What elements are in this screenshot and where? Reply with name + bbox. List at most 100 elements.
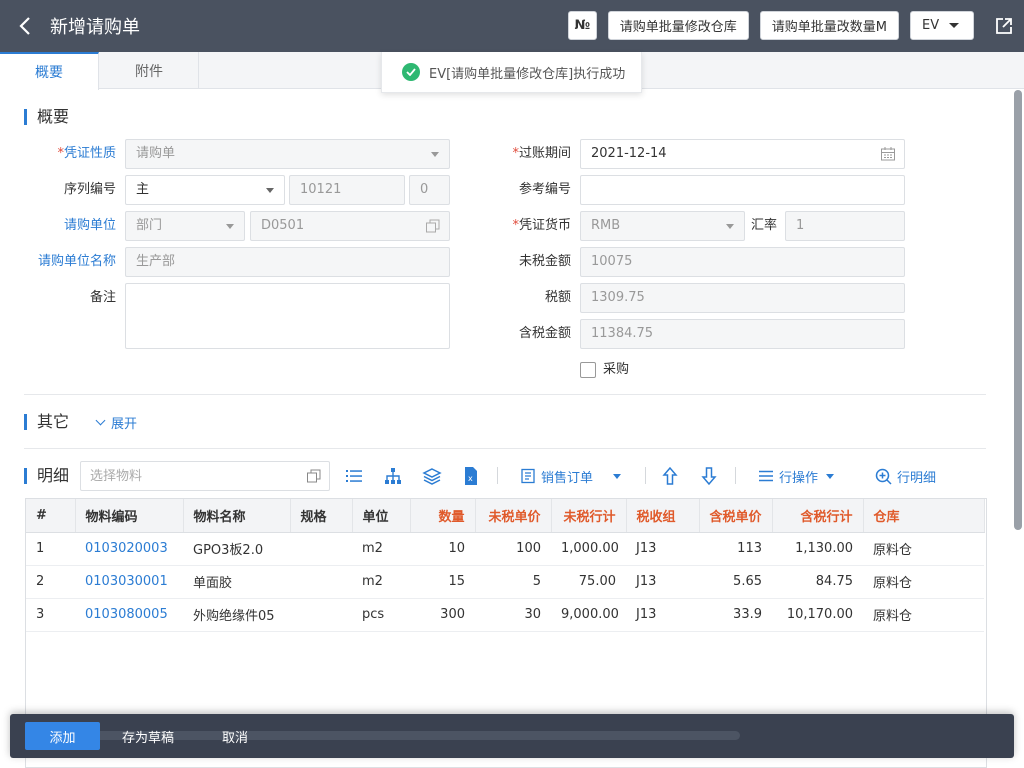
table-row[interactable]: 2 0103030001 单面胶 m2 15 5 75.00 J13 5.65 … [26, 565, 984, 599]
horizontal-scrollbar[interactable] [90, 731, 740, 740]
column-header[interactable]: 含税单价 [699, 499, 773, 533]
reference-no-input[interactable] [580, 175, 905, 205]
batch-modify-warehouse-button[interactable]: 请购单批量修改仓库 [607, 11, 749, 40]
material-code-link[interactable]: 0103030001 [75, 565, 183, 599]
ev-dropdown-button[interactable]: EV [910, 11, 974, 40]
table-row[interactable]: 1 0103020003 GPO3板2.0 m2 10 100 1,000.00… [26, 532, 984, 566]
reference-no-label: 参考编号 [518, 182, 571, 197]
line-total-cell: 75.00 [551, 565, 626, 599]
tax-group-cell[interactable]: J13 [626, 598, 699, 632]
bottom-action-bar: 添加 存为草稿 取消 [10, 714, 1014, 758]
expand-toggle[interactable]: 展开 [95, 413, 137, 432]
back-button[interactable] [0, 0, 50, 52]
caret-down-icon [949, 23, 960, 28]
unit-price-tax-cell[interactable]: 33.9 [699, 598, 772, 632]
tax-group-cell[interactable]: J13 [626, 532, 699, 566]
row-index: 1 [26, 532, 75, 566]
toolbar-separator [645, 467, 646, 484]
material-code-link[interactable]: 0103080005 [75, 598, 183, 632]
tab-attachments[interactable]: 附件 [100, 52, 199, 89]
column-header[interactable]: 单位 [352, 499, 411, 533]
voucher-type-select[interactable]: 请购单 [125, 139, 450, 169]
unit-price-tax-cell[interactable]: 113 [699, 532, 772, 566]
copy-icon[interactable] [425, 218, 441, 234]
amount-incl-tax-field: 11384.75 [580, 319, 905, 349]
list-icon[interactable] [344, 466, 364, 486]
serial-no-select[interactable]: 主 [125, 175, 285, 205]
layers-icon[interactable] [422, 466, 442, 486]
column-header[interactable]: 含税行计 [772, 499, 864, 533]
number-button[interactable]: № [567, 11, 597, 40]
excel-icon[interactable]: x [461, 466, 481, 486]
purchase-checkbox-label[interactable]: 采购 [603, 362, 629, 378]
vertical-scrollbar[interactable] [1014, 90, 1022, 530]
request-unit-type-select[interactable]: 部门 [125, 211, 245, 241]
voucher-type-label: *凭证性质 [57, 146, 116, 161]
sales-order-menu[interactable]: 销售订单 [520, 466, 622, 486]
export-icon[interactable] [994, 16, 1014, 36]
dropdown-arrow-icon [226, 224, 234, 229]
purchase-checkbox[interactable] [580, 362, 596, 378]
serial-number-field: 10121 [289, 175, 405, 205]
tab-summary[interactable]: 概要 [0, 52, 99, 90]
quantity-cell[interactable]: 300 [410, 598, 475, 632]
material-name-cell: GPO3板2.0 [183, 532, 290, 566]
batch-modify-quantity-button[interactable]: 请购单批量改数量M [759, 11, 899, 40]
dropdown-arrow-icon [431, 152, 439, 157]
column-header[interactable]: 物料名称 [183, 499, 291, 533]
material-search-input[interactable] [81, 462, 291, 490]
column-header[interactable]: 仓库 [863, 499, 985, 533]
column-header[interactable]: 未税行计 [551, 499, 627, 533]
tax-label: 税额 [544, 290, 571, 305]
column-header[interactable]: 税收组 [626, 499, 700, 533]
dropdown-arrow-icon [266, 188, 274, 193]
column-header[interactable]: 数量 [410, 499, 476, 533]
warehouse-cell[interactable]: 原料仓 [863, 598, 984, 632]
unit-price-cell[interactable]: 100 [475, 532, 551, 566]
unit-price-cell[interactable]: 5 [475, 565, 551, 599]
column-header[interactable]: # [26, 499, 76, 533]
unit-price-tax-cell[interactable]: 5.65 [699, 565, 772, 599]
warehouse-cell[interactable]: 原料仓 [863, 565, 984, 599]
request-unit-label[interactable]: 请购单位 [6, 211, 116, 241]
line-total-cell: 1,000.00 [551, 532, 626, 566]
arrow-up-icon[interactable] [660, 466, 680, 486]
tax-group-cell[interactable]: J13 [626, 565, 699, 599]
column-header[interactable]: 物料编码 [75, 499, 184, 533]
request-unit-code-field[interactable]: D0501 [250, 211, 450, 241]
remark-textarea[interactable] [125, 283, 450, 349]
column-header[interactable]: 规格 [290, 499, 353, 533]
caret-down-icon [826, 473, 835, 479]
column-header[interactable]: 未税单价 [475, 499, 552, 533]
spec-cell [290, 565, 352, 599]
row-index: 2 [26, 565, 75, 599]
copy-icon[interactable] [306, 468, 322, 484]
unit-price-cell[interactable]: 30 [475, 598, 551, 632]
ev-label: EV [922, 18, 940, 33]
amount-incl-tax-label: 含税金额 [518, 326, 571, 341]
warehouse-cell[interactable]: 原料仓 [863, 532, 984, 566]
tax-field: 1309.75 [580, 283, 905, 313]
material-search[interactable] [80, 461, 330, 491]
svg-text:x: x [468, 474, 473, 483]
caret-down-icon [613, 473, 622, 479]
row-operations-menu[interactable]: 行操作 [758, 466, 835, 486]
material-code-link[interactable]: 0103020003 [75, 532, 183, 566]
row-detail-button[interactable]: 行明细 [875, 466, 936, 486]
posting-period-label: *过账期间 [512, 146, 571, 161]
add-button[interactable]: 添加 [25, 722, 100, 750]
cancel-button[interactable]: 取消 [222, 722, 248, 750]
expand-label: 展开 [111, 417, 138, 432]
toast-message: EV[请购单批量修改仓库]执行成功 [429, 66, 626, 82]
success-check-icon [402, 63, 420, 81]
currency-label: *凭证货币 [512, 218, 571, 233]
quantity-cell[interactable]: 10 [410, 532, 475, 566]
calendar-icon[interactable] [880, 146, 896, 162]
line-total-tax-cell: 1,130.00 [772, 532, 863, 566]
arrow-down-icon[interactable] [699, 466, 719, 486]
posting-period-date-field[interactable]: 2021-12-14 [580, 139, 905, 169]
hierarchy-icon[interactable] [383, 466, 403, 486]
quantity-cell[interactable]: 15 [410, 565, 475, 599]
save-draft-button[interactable]: 存为草稿 [122, 722, 174, 750]
table-row[interactable]: 3 0103080005 外购绝缘件05 pcs 300 30 9,000.00… [26, 598, 984, 632]
